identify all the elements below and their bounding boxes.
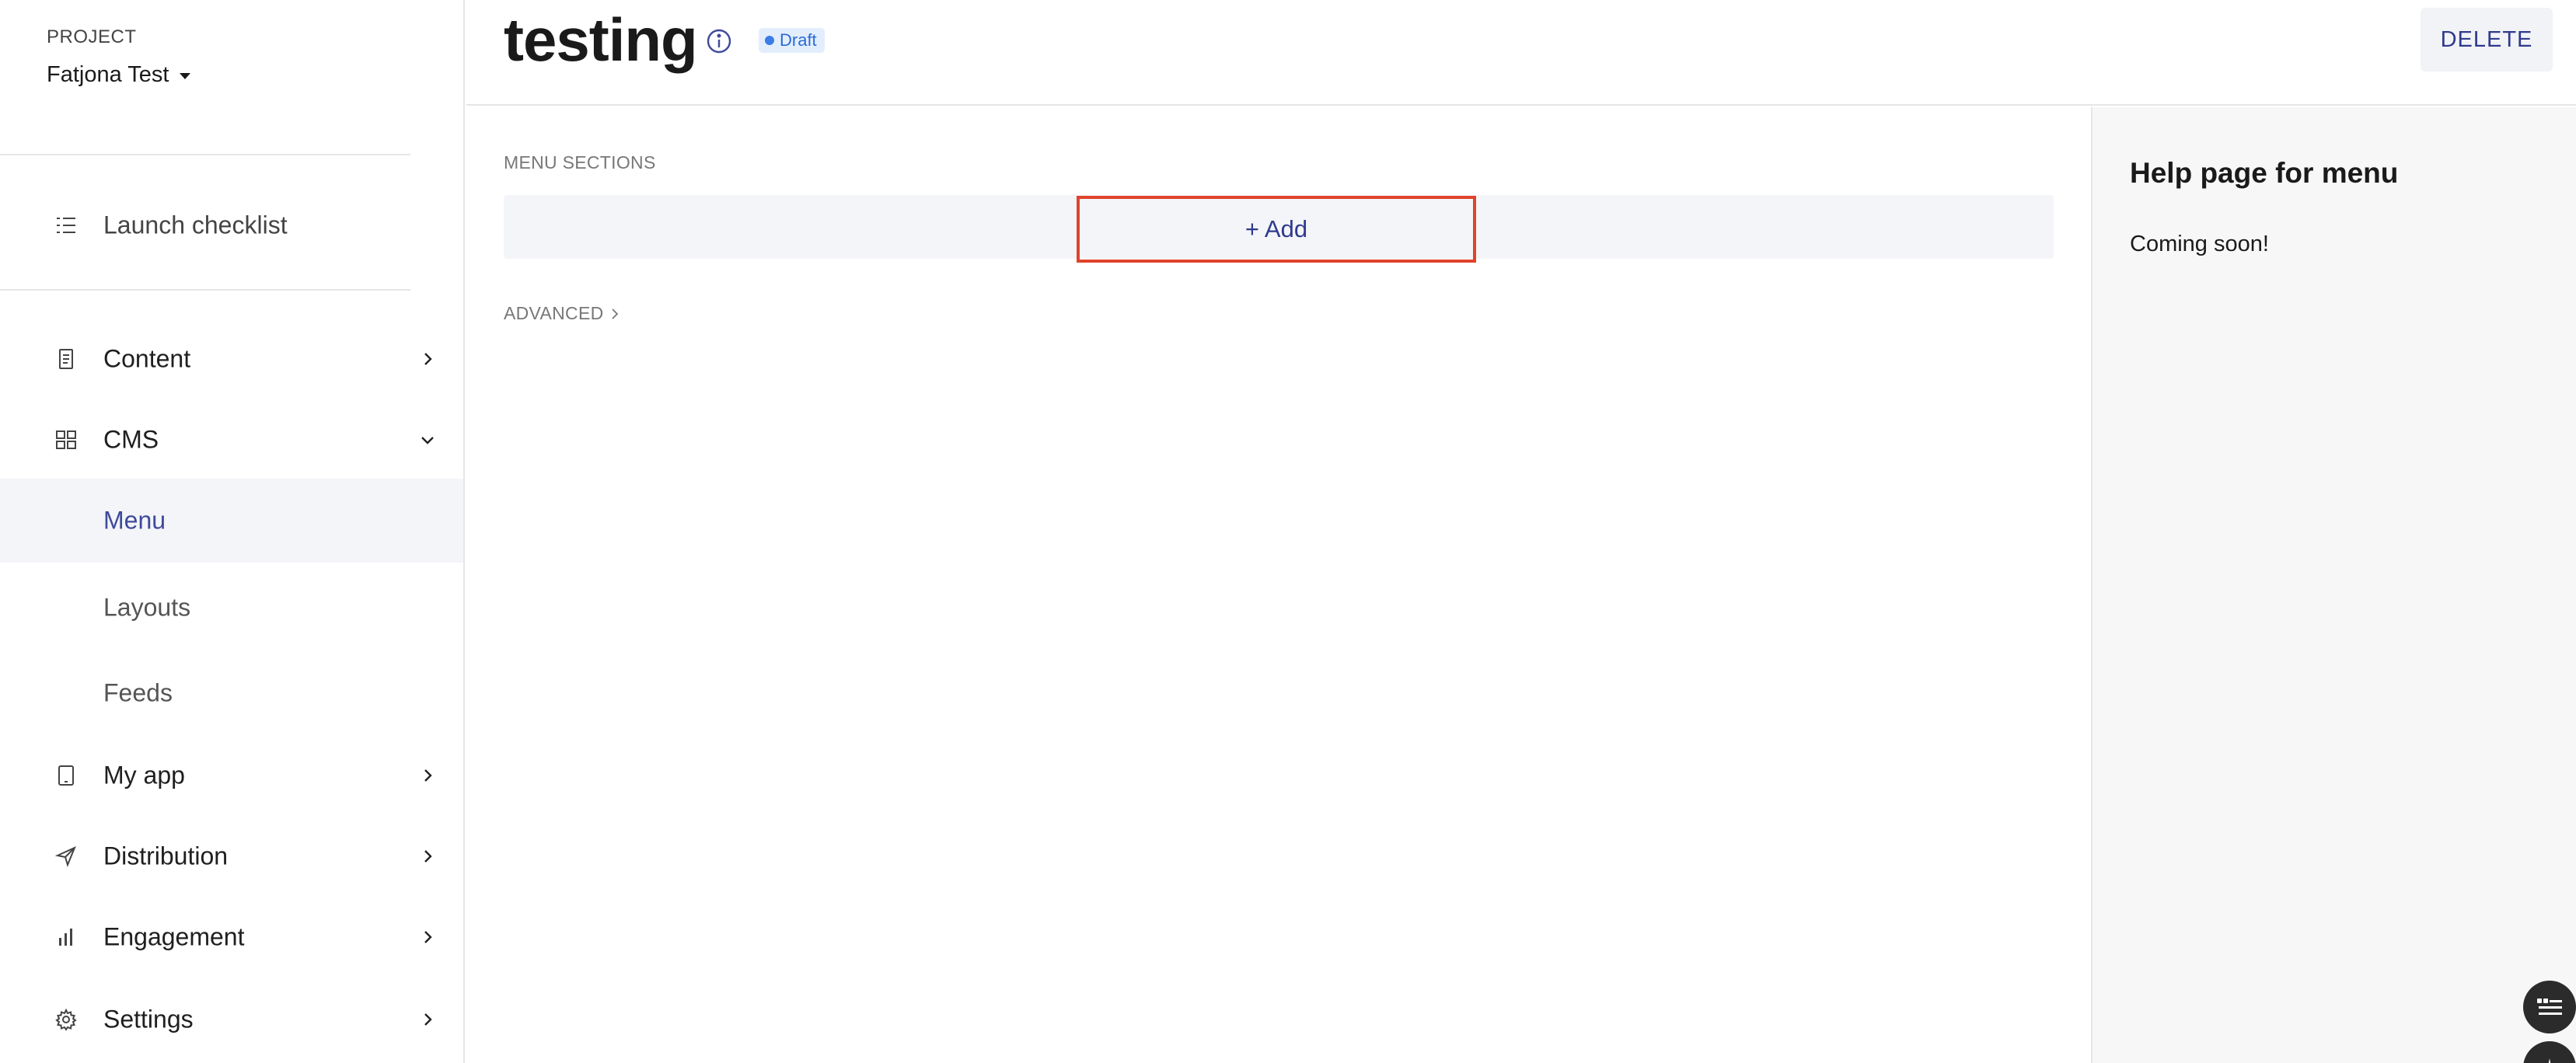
sidebar-item-cms[interactable]: CMS xyxy=(0,404,463,476)
add-section-button[interactable]: + Add xyxy=(1077,196,1476,263)
sidebar-item-content[interactable]: Content xyxy=(0,323,463,395)
status-badge: Draft xyxy=(759,28,825,53)
checklist-icon xyxy=(54,214,78,237)
main-content: MENU SECTIONS + Add ADVANCED xyxy=(466,107,2091,1063)
sidebar-item-label: My app xyxy=(103,761,185,789)
chat-widget-button[interactable] xyxy=(2523,981,2576,1033)
advanced-toggle[interactable]: ADVANCED xyxy=(504,303,620,324)
sparkle-icon xyxy=(2548,1058,2551,1063)
project-name: Fatjona Test xyxy=(47,62,169,87)
caret-down-icon xyxy=(180,72,191,79)
chevron-right-icon xyxy=(420,849,435,864)
chevron-right-icon xyxy=(420,929,435,945)
project-label: PROJECT xyxy=(47,26,137,47)
sidebar-divider xyxy=(0,154,410,155)
delete-button[interactable]: DELETE xyxy=(2421,8,2553,71)
sidebar-item-label: Layouts xyxy=(103,593,191,622)
chevron-right-icon xyxy=(420,1012,435,1027)
sidebar: PROJECT Fatjona Test Launch checklist Co… xyxy=(0,0,465,1063)
help-body: Coming soon! xyxy=(2130,232,2269,256)
page-header: testing Draft DELETE xyxy=(466,0,2576,106)
gear-icon xyxy=(54,1008,78,1031)
send-icon xyxy=(54,845,78,868)
help-panel: Help page for menu Coming soon! xyxy=(2091,107,2576,1063)
project-selector[interactable]: Fatjona Test xyxy=(47,62,191,88)
quote-list-icon xyxy=(2537,999,2562,1015)
chevron-down-icon xyxy=(420,432,435,448)
sidebar-item-label: Settings xyxy=(103,1005,194,1033)
chevron-right-icon xyxy=(420,768,435,783)
sidebar-item-menu[interactable]: Menu xyxy=(0,479,463,563)
bar-chart-icon xyxy=(54,925,78,949)
sidebar-item-distribution[interactable]: Distribution xyxy=(0,821,463,892)
tablet-icon xyxy=(54,764,78,787)
sidebar-item-engagement[interactable]: Engagement xyxy=(0,901,463,973)
document-icon xyxy=(54,347,78,371)
sidebar-item-label: Feeds xyxy=(103,678,173,707)
help-title: Help page for menu xyxy=(2130,157,2399,189)
sidebar-item-launch-checklist[interactable]: Launch checklist xyxy=(0,190,463,261)
status-badge-label: Draft xyxy=(780,30,817,50)
chevron-right-icon xyxy=(611,308,618,319)
grid-icon xyxy=(54,428,78,451)
page-title: testing xyxy=(504,5,698,74)
sidebar-item-feeds[interactable]: Feeds xyxy=(0,651,463,735)
sidebar-item-label: Content xyxy=(103,344,191,373)
chevron-right-icon xyxy=(420,351,435,367)
sidebar-item-label: Menu xyxy=(103,506,166,535)
sidebar-item-settings[interactable]: Settings xyxy=(0,984,463,1055)
status-dot-icon xyxy=(765,36,774,45)
sidebar-item-label: CMS xyxy=(103,425,159,454)
sidebar-item-label: Launch checklist xyxy=(103,211,288,239)
sidebar-item-layouts[interactable]: Layouts xyxy=(0,566,463,650)
app-root: PROJECT Fatjona Test Launch checklist Co… xyxy=(0,0,2576,1063)
advanced-label: ADVANCED xyxy=(504,303,604,323)
menu-sections-label: MENU SECTIONS xyxy=(504,152,656,173)
sidebar-item-my-app[interactable]: My app xyxy=(0,740,463,811)
sidebar-item-label: Distribution xyxy=(103,842,229,870)
info-icon[interactable] xyxy=(706,28,732,54)
sidebar-divider xyxy=(0,289,410,291)
sidebar-item-label: Engagement xyxy=(103,922,245,951)
